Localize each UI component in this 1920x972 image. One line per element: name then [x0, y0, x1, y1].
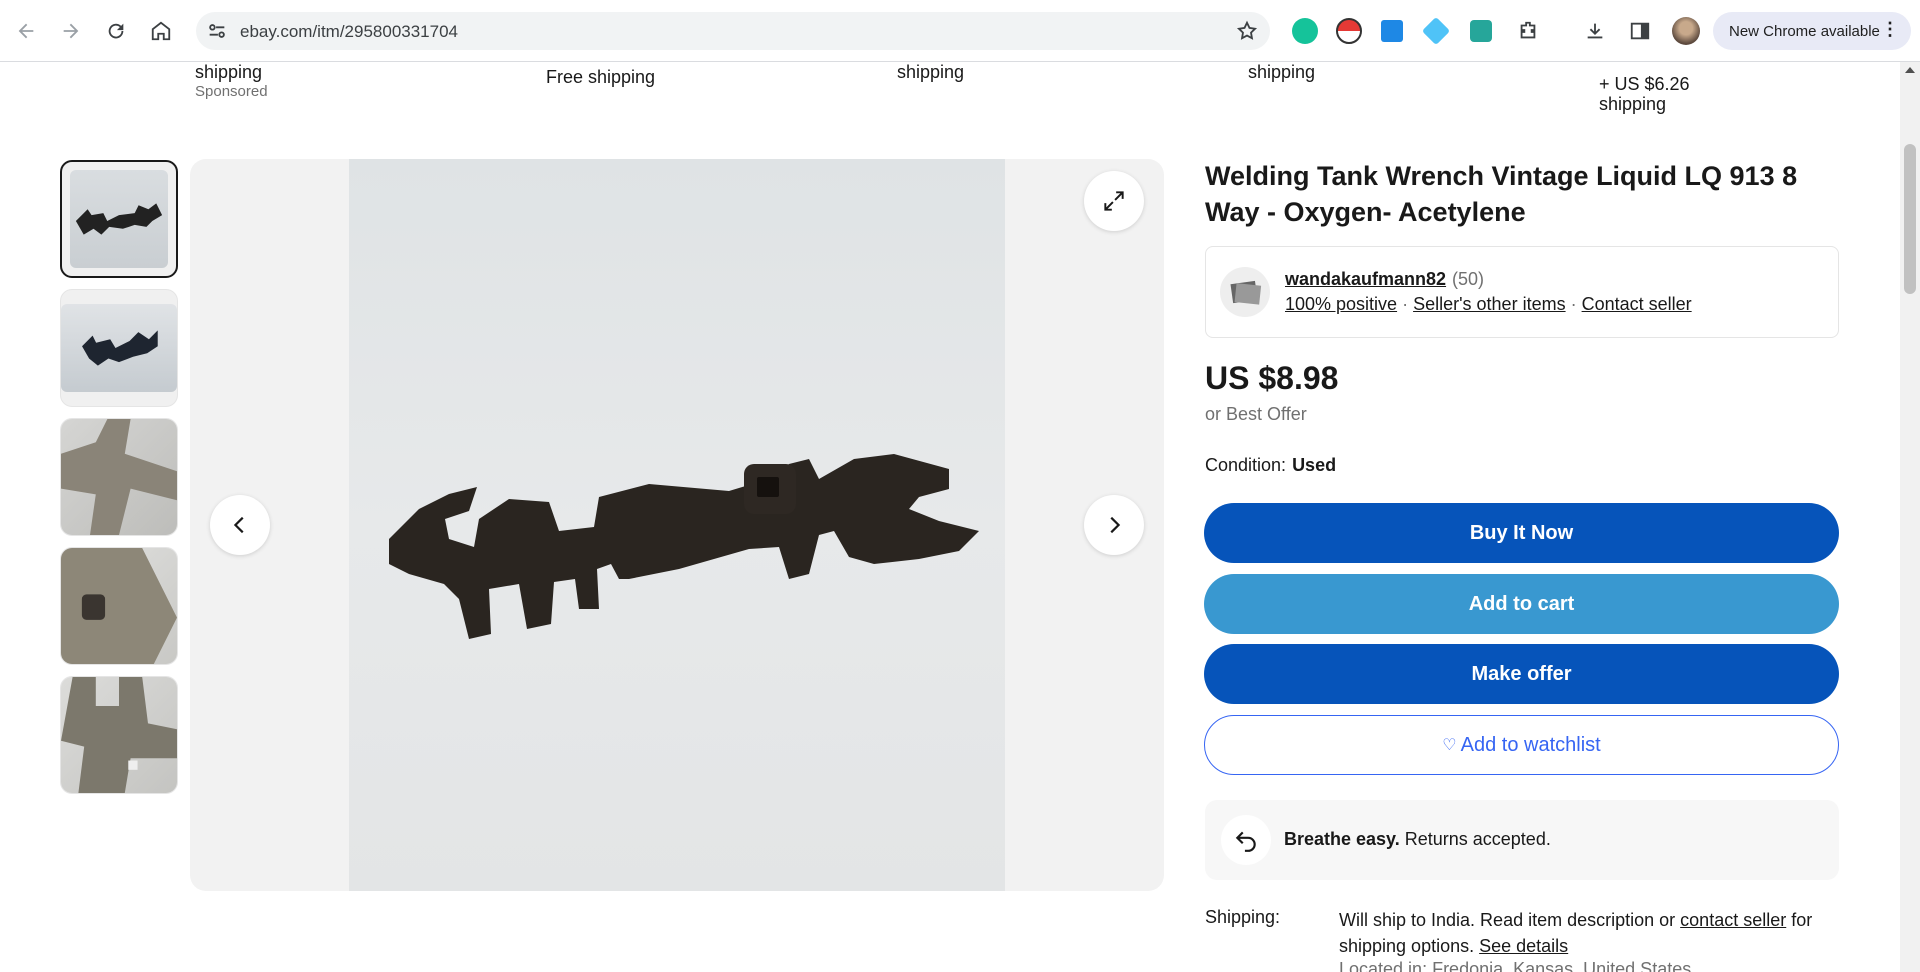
see-details-link[interactable]: See details: [1479, 936, 1568, 956]
contact-seller-shipping-link[interactable]: contact seller: [1680, 910, 1786, 930]
home-icon[interactable]: [143, 13, 179, 49]
wrench-closeup-image: [61, 419, 177, 535]
wrench-closeup-image: [61, 548, 177, 664]
positive-feedback-link[interactable]: 100% positive: [1285, 294, 1397, 314]
reload-icon[interactable]: [98, 13, 134, 49]
previous-image-button[interactable]: [210, 495, 270, 555]
grammarly-extension-icon[interactable]: [1292, 18, 1318, 44]
similar-item-shipping: shipping: [195, 62, 263, 82]
item-location: Located in: Fredonia, Kansas, United Sta…: [1339, 959, 1692, 972]
main-image-viewer[interactable]: [190, 159, 1164, 891]
item-price: US $8.98: [1205, 360, 1339, 396]
item-title: Welding Tank Wrench Vintage Liquid LQ 91…: [1205, 161, 1798, 227]
add-to-watchlist-button[interactable]: ♡ Add to watchlist: [1204, 715, 1839, 775]
returns-bold: Breathe easy.: [1284, 829, 1400, 849]
watchlist-label: Add to watchlist: [1460, 733, 1601, 756]
condition-label: Condition:: [1205, 455, 1287, 475]
thumbnail-4[interactable]: [60, 547, 178, 665]
site-settings-icon[interactable]: [206, 20, 228, 42]
seller-name-link[interactable]: wandakaufmann82: [1285, 269, 1446, 290]
wrench-thumbnail-image: [75, 203, 163, 235]
similar-item-2[interactable]: Free shipping: [546, 67, 655, 87]
fullscreen-button[interactable]: [1084, 171, 1144, 231]
shipping-label: Shipping:: [1205, 907, 1281, 927]
thumbnail-2[interactable]: [60, 289, 178, 407]
chevron-right-icon: [1110, 516, 1121, 534]
similar-item-shipping: shipping: [1599, 94, 1667, 114]
buy-it-now-button[interactable]: Buy It Now: [1204, 503, 1839, 563]
separator-dot: ·: [1402, 294, 1409, 314]
seller-links: 100% positive · Seller's other items · Conta…: [1285, 294, 1692, 315]
address-bar[interactable]: ebay.com/itm/295800331704: [196, 12, 1270, 50]
condition-value: Used: [1292, 455, 1337, 475]
browser-toolbar: ebay.com/itm/295800331704 New Chrome ava…: [0, 0, 1920, 62]
best-offer-label: or Best Offer: [1205, 404, 1307, 424]
chevron-left-icon: [233, 516, 244, 534]
page-content: shipping Sponsored Free shipping shippin…: [0, 62, 1900, 972]
page-scrollbar[interactable]: [1900, 62, 1920, 972]
chrome-menu-icon[interactable]: ⋮: [1881, 19, 1899, 40]
make-offer-button[interactable]: Make offer: [1204, 644, 1839, 704]
download-icon[interactable]: [1577, 13, 1613, 49]
chart-extension-icon[interactable]: [1381, 20, 1403, 42]
heart-icon: ♡: [1442, 737, 1457, 754]
thumbnail-3[interactable]: [60, 418, 178, 536]
seller-avatar[interactable]: [1220, 267, 1270, 317]
sponsored-label: Sponsored: [195, 83, 268, 100]
similar-item-shipping: shipping: [1248, 62, 1316, 82]
scrollbar-thumb[interactable]: [1904, 144, 1916, 294]
contact-seller-link[interactable]: Contact seller: [1582, 294, 1692, 314]
seller-card: wandakaufmann82 (50) 100% positive · Selle…: [1205, 246, 1839, 338]
seller-feedback-count: (50): [1452, 269, 1485, 289]
extensions-puzzle-icon[interactable]: [1510, 13, 1546, 49]
shipping-info: Will ship to India. Read item descriptio…: [1339, 910, 1676, 930]
seller-other-items-link[interactable]: Seller's other items: [1413, 294, 1566, 314]
similar-item-4[interactable]: shipping: [1248, 62, 1315, 82]
similar-item-5[interactable]: + US $6.26 shipping: [1599, 74, 1690, 114]
wrench-photo: [389, 454, 979, 639]
returns-rest: Returns accepted.: [1404, 829, 1551, 849]
similar-item-shipping-cost: + US $6.26: [1599, 74, 1690, 94]
url-text[interactable]: ebay.com/itm/295800331704: [240, 22, 458, 42]
next-image-button[interactable]: [1084, 495, 1144, 555]
update-label: New Chrome available: [1729, 22, 1880, 40]
scroll-up-arrow[interactable]: [1905, 67, 1915, 73]
bookmark-star-icon[interactable]: [1236, 20, 1258, 42]
wrench-closeup-image: [61, 677, 177, 793]
shipping-text: Will ship to India. Read item descriptio…: [1339, 907, 1839, 959]
teal-extension-icon[interactable]: [1470, 20, 1492, 42]
side-panel-icon[interactable]: [1622, 13, 1658, 49]
expand-icon: [1104, 191, 1124, 211]
thumbnail-1[interactable]: [60, 160, 178, 278]
pokeball-extension-icon[interactable]: [1336, 18, 1362, 44]
diamond-extension-icon[interactable]: [1421, 16, 1451, 46]
add-to-cart-button[interactable]: Add to cart: [1204, 574, 1839, 634]
wrench-thumbnail-image: [82, 330, 158, 366]
separator-dot: ·: [1570, 294, 1577, 314]
forward-icon[interactable]: [53, 13, 89, 49]
profile-avatar[interactable]: [1672, 17, 1700, 45]
returns-text: Breathe easy. Returns accepted.: [1284, 829, 1551, 850]
new-chrome-available-button[interactable]: New Chrome available ⋮: [1713, 12, 1911, 50]
photo-placeholder-icon: [1230, 280, 1262, 305]
returns-banner: Breathe easy. Returns accepted.: [1205, 800, 1839, 880]
similar-item-1[interactable]: shipping Sponsored: [195, 62, 268, 102]
similar-item-shipping: shipping: [897, 62, 965, 82]
similar-item-3[interactable]: shipping: [897, 62, 964, 82]
back-icon[interactable]: [8, 13, 44, 49]
return-arrow-icon: [1221, 815, 1271, 865]
thumbnail-5[interactable]: [60, 676, 178, 794]
similar-item-shipping: Free shipping: [546, 67, 656, 87]
main-product-photo: [349, 159, 1005, 891]
condition: Condition: Used: [1205, 455, 1336, 476]
